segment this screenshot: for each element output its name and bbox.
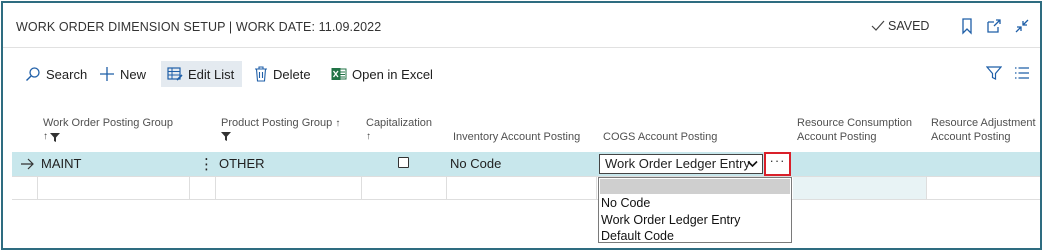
cogs-select-value: Work Order Ledger Entry bbox=[605, 156, 750, 171]
col-product-posting-group[interactable]: Product Posting Group ↑ bbox=[221, 116, 340, 145]
chevron-down-icon bbox=[747, 160, 758, 168]
col-capitalization[interactable]: Capitalization ↑ bbox=[366, 116, 432, 144]
col-resource-adjustment-label-1: Resource Adjustment bbox=[931, 117, 1036, 129]
cogs-dropdown-list: No Code Work Order Ledger Entry Default … bbox=[598, 177, 792, 243]
col-resource-consumption-label-2: Account Posting bbox=[797, 131, 877, 143]
col-inventory-account-posting[interactable]: Inventory Account Posting bbox=[453, 130, 580, 144]
grid-line bbox=[189, 177, 190, 199]
title-separator bbox=[3, 47, 1040, 48]
grid-line bbox=[596, 177, 597, 199]
open-in-excel-label: Open in Excel bbox=[352, 66, 433, 82]
row-selected-arrow-icon bbox=[21, 158, 34, 170]
cell-inventory-account-posting[interactable]: No Code bbox=[450, 156, 501, 171]
grid-line bbox=[361, 177, 362, 199]
cell-product-posting-group[interactable]: OTHER bbox=[219, 156, 265, 171]
dropdown-option-default-code[interactable]: Default Code bbox=[599, 228, 791, 245]
new-button[interactable]: New bbox=[99, 61, 146, 87]
column-filter-icon bbox=[50, 132, 60, 142]
search-button[interactable]: Search bbox=[25, 61, 87, 87]
grid-line bbox=[37, 177, 38, 199]
lookup-ellipsis-button[interactable]: ··· bbox=[764, 152, 791, 176]
new-label: New bbox=[120, 66, 147, 82]
action-bar: Search New Edit List Delete Open in Exce… bbox=[3, 61, 1040, 87]
col-work-order-posting-group-label: Work Order Posting Group bbox=[43, 117, 174, 129]
dropdown-option-work-order-ledger-entry[interactable]: Work Order Ledger Entry bbox=[599, 212, 791, 229]
search-icon bbox=[26, 67, 40, 81]
col-product-posting-group-label: Product Posting Group bbox=[221, 117, 333, 129]
delete-button[interactable]: Delete bbox=[254, 61, 311, 87]
col-cogs-account-posting-label: COGS Account Posting bbox=[603, 131, 718, 143]
sort-ascending-icon: ↑ bbox=[43, 131, 48, 142]
edit-list-label: Edit List bbox=[188, 66, 235, 82]
bookmark-icon[interactable] bbox=[958, 17, 976, 35]
collapse-icon[interactable] bbox=[1013, 17, 1031, 35]
checkmark-icon bbox=[871, 20, 885, 31]
sort-ascending-icon: ↑ bbox=[366, 131, 371, 142]
excel-icon bbox=[331, 68, 347, 80]
col-cogs-account-posting[interactable]: COGS Account Posting bbox=[603, 130, 717, 144]
grid-line bbox=[215, 177, 216, 199]
cogs-account-posting-select[interactable]: Work Order Ledger Entry bbox=[599, 154, 763, 174]
grid-line bbox=[446, 177, 447, 199]
list-view-icon[interactable] bbox=[1015, 66, 1029, 80]
search-label: Search bbox=[46, 66, 88, 82]
col-capitalization-label: Capitalization bbox=[366, 117, 433, 129]
column-filter-icon bbox=[221, 132, 231, 141]
col-resource-adjustment-account-posting[interactable]: Resource Adjustment Account Posting bbox=[931, 116, 1036, 144]
col-resource-consumption-label-1: Resource Consumption bbox=[797, 117, 912, 129]
edit-list-icon bbox=[167, 67, 183, 81]
empty-cell bbox=[793, 177, 926, 199]
dropdown-option-empty[interactable] bbox=[600, 179, 790, 194]
grid-line bbox=[12, 199, 1040, 200]
saved-label: SAVED bbox=[888, 19, 930, 33]
col-resource-adjustment-label-2: Account Posting bbox=[931, 131, 1011, 143]
row-menu-icon[interactable]: ⋮ bbox=[199, 155, 214, 173]
grid-line bbox=[12, 176, 1040, 177]
col-work-order-posting-group[interactable]: Work Order Posting Group ↑ bbox=[43, 116, 173, 144]
plus-icon bbox=[100, 67, 114, 81]
col-inventory-account-posting-label: Inventory Account Posting bbox=[453, 131, 581, 143]
sort-ascending-icon: ↑ bbox=[335, 118, 341, 129]
filter-icon[interactable] bbox=[986, 65, 1002, 81]
saved-status: SAVED bbox=[871, 19, 929, 33]
page-title: WORK ORDER DIMENSION SETUP | WORK DATE: … bbox=[16, 20, 382, 34]
capitalization-checkbox[interactable] bbox=[398, 157, 409, 168]
open-in-excel-button[interactable]: Open in Excel bbox=[331, 61, 433, 87]
table-row[interactable] bbox=[12, 152, 1040, 176]
col-resource-consumption-account-posting[interactable]: Resource Consumption Account Posting bbox=[797, 116, 912, 144]
open-new-window-icon[interactable] bbox=[985, 17, 1003, 35]
trash-icon bbox=[255, 66, 267, 82]
cell-work-order-posting-group[interactable]: MAINT bbox=[41, 156, 81, 171]
page-frame: WORK ORDER DIMENSION SETUP | WORK DATE: … bbox=[1, 1, 1042, 250]
grid-line bbox=[926, 177, 927, 199]
dropdown-option-no-code[interactable]: No Code bbox=[599, 195, 791, 212]
delete-label: Delete bbox=[273, 66, 311, 82]
edit-list-button[interactable]: Edit List bbox=[161, 61, 243, 87]
